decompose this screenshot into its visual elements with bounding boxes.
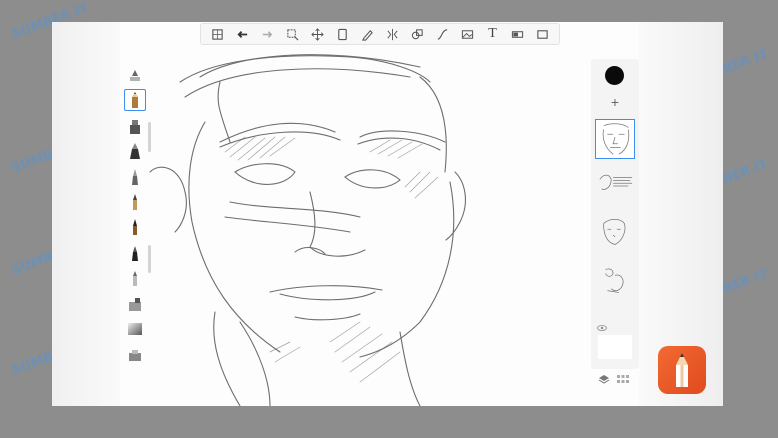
add-layer-button[interactable]: + xyxy=(608,95,622,109)
brush-settings-icon[interactable] xyxy=(124,64,146,86)
eraser-icon[interactable] xyxy=(124,344,146,366)
shapes-icon[interactable] xyxy=(410,26,426,42)
left-margin xyxy=(52,22,120,406)
gallery-icon[interactable] xyxy=(210,26,226,42)
airbrush-icon[interactable] xyxy=(124,293,146,315)
text-icon[interactable]: T xyxy=(485,26,501,42)
app-window: T + xyxy=(52,22,723,406)
drawing-canvas[interactable] xyxy=(120,22,639,406)
eye-icon[interactable] xyxy=(597,325,607,331)
layer-thumbnail[interactable] xyxy=(595,167,635,207)
layers-icon[interactable] xyxy=(598,374,610,384)
copic-icon[interactable] xyxy=(510,26,526,42)
grid-icon[interactable] xyxy=(617,374,629,384)
pencil-brush-icon[interactable] xyxy=(124,89,146,112)
redo-icon[interactable] xyxy=(260,26,276,42)
brush-scrollbar[interactable] xyxy=(148,245,151,273)
face-sketch xyxy=(149,54,466,406)
curve-icon[interactable] xyxy=(435,26,451,42)
chisel-brush-icon[interactable] xyxy=(124,140,146,162)
ink-brush-icon[interactable] xyxy=(124,166,146,188)
layer-thumbnail[interactable] xyxy=(595,263,635,303)
color-picker-icon[interactable] xyxy=(605,66,624,85)
paint-brush-icon[interactable] xyxy=(124,217,146,239)
canvas-icon[interactable] xyxy=(335,26,351,42)
image-icon[interactable] xyxy=(460,26,476,42)
text-tool-label: T xyxy=(488,26,497,41)
sketchbook-logo-icon xyxy=(658,346,706,394)
layer-thumbnail[interactable] xyxy=(595,119,635,159)
symmetry-icon[interactable] xyxy=(385,26,401,42)
undo-icon[interactable] xyxy=(235,26,251,42)
brush-scrollbar[interactable] xyxy=(148,122,151,152)
selection-icon[interactable] xyxy=(285,26,301,42)
pencil-icon[interactable] xyxy=(360,26,376,42)
gradient-icon[interactable] xyxy=(124,318,146,340)
empty-layer-thumbnail[interactable] xyxy=(598,335,632,359)
marker-brush-icon[interactable] xyxy=(124,115,146,137)
layer-thumbnail[interactable] xyxy=(595,215,635,255)
main-toolbar: T xyxy=(200,23,560,45)
ballpoint-brush-icon[interactable] xyxy=(124,191,146,213)
layer-panel: + xyxy=(591,59,639,384)
move-icon[interactable] xyxy=(310,26,326,42)
brush-palette xyxy=(122,64,148,369)
tech-pen-icon[interactable] xyxy=(124,267,146,289)
fullscreen-icon[interactable] xyxy=(535,26,551,42)
fine-marker-icon[interactable] xyxy=(124,242,146,264)
